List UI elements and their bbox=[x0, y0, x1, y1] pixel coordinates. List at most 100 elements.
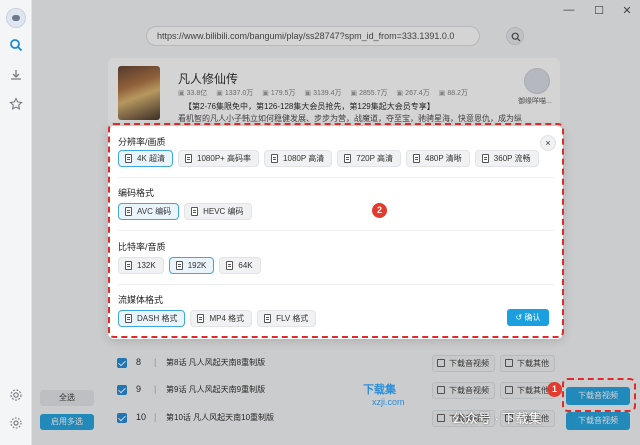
file-icon bbox=[413, 154, 421, 163]
episode-title: 第8话 凡人风起天南8重制版 bbox=[166, 358, 266, 367]
minimize-button[interactable]: — bbox=[562, 4, 576, 16]
option-stream-mp4[interactable]: MP4 格式 bbox=[190, 310, 253, 327]
download-icon bbox=[437, 359, 445, 367]
option-bitrate-192k[interactable]: 192K bbox=[168, 257, 215, 274]
option-resolution-1080p[interactable]: 1080P 高清 bbox=[264, 150, 333, 167]
file-icon bbox=[197, 314, 205, 323]
star-icon[interactable] bbox=[8, 97, 24, 113]
divider: | bbox=[154, 412, 157, 422]
episode-title: 第9话 凡人风起天南9重制版 bbox=[166, 385, 266, 394]
uploader-name[interactable]: 御缘咩喵... bbox=[518, 96, 552, 106]
option-bitrate-64k[interactable]: 64K bbox=[219, 257, 261, 274]
download-icon bbox=[437, 414, 445, 422]
watermark-site: 下载集 bbox=[363, 384, 396, 396]
confirm-button[interactable]: ↺ 确认 bbox=[507, 309, 549, 326]
bitrate-options: 132K 192K 64K bbox=[118, 257, 261, 274]
file-icon bbox=[226, 261, 234, 270]
video-stats: 33.8亿 1337.0万 179.5万 3139.4万 2855.7万 267… bbox=[178, 88, 468, 98]
file-icon bbox=[125, 207, 132, 216]
left-nav bbox=[0, 0, 32, 445]
gear-icon[interactable] bbox=[8, 416, 24, 432]
stat-favorites: 267.4万 bbox=[397, 88, 430, 98]
divider bbox=[118, 177, 554, 178]
option-stream-dash[interactable]: DASH 格式 bbox=[118, 310, 186, 327]
file-icon bbox=[344, 154, 352, 163]
annotation-badge-1: 1 bbox=[547, 382, 562, 397]
annotation-badge-2: 2 bbox=[372, 203, 387, 218]
file-icon bbox=[264, 314, 272, 323]
episode-checkbox[interactable] bbox=[117, 385, 127, 395]
section-title-resolution: 分辨率/画质 bbox=[118, 137, 166, 147]
option-resolution-1080p-plus[interactable]: 1080P+ 高码率 bbox=[178, 150, 260, 167]
close-window-button[interactable]: ✕ bbox=[620, 4, 634, 17]
episode-row[interactable]: 9 | 第9话 凡人风起天南9重制版 下载音视频 下载其他 bbox=[108, 381, 560, 401]
search-icon[interactable] bbox=[8, 38, 24, 54]
file-icon bbox=[125, 154, 132, 163]
codec-options: AVC 编码 HEVC 编码 bbox=[118, 203, 252, 220]
video-desc-line1: 【第2-76集限免中，第126-128集大会员抢先，第129集起大会员专享】 bbox=[184, 102, 435, 111]
file-icon bbox=[481, 154, 489, 163]
file-icon bbox=[125, 261, 132, 270]
option-stream-flv[interactable]: FLV 格式 bbox=[257, 310, 317, 327]
batch-download-video-button[interactable]: 下载音视频 bbox=[566, 387, 630, 405]
file-icon bbox=[125, 314, 132, 323]
stat-shares: 88.2万 bbox=[439, 88, 468, 98]
stat-danmaku: 1337.0万 bbox=[216, 88, 253, 98]
divider: | bbox=[154, 357, 157, 367]
download-video-button[interactable]: 下载音视频 bbox=[432, 355, 495, 372]
download-options-dialog: × 分辨率/画质 4K 超清 1080P+ 高码率 1080P 高清 720P … bbox=[108, 126, 563, 339]
file-icon bbox=[175, 261, 183, 270]
settings-icon[interactable] bbox=[8, 388, 24, 404]
resolution-options: 4K 超清 1080P+ 高码率 1080P 高清 720P 高清 480P 清… bbox=[118, 150, 539, 167]
url-input[interactable]: https://www.bilibili.com/bangumi/play/ss… bbox=[146, 26, 480, 46]
maximize-button[interactable]: ☐ bbox=[592, 4, 606, 17]
file-icon bbox=[191, 207, 199, 216]
video-info-card: 凡人修仙传 33.8亿 1337.0万 179.5万 3139.4万 2855.… bbox=[108, 58, 560, 128]
file-icon bbox=[185, 154, 193, 163]
download-video-button[interactable]: 下载音视频 bbox=[432, 382, 495, 399]
url-search-button[interactable] bbox=[506, 27, 524, 45]
search-icon bbox=[511, 32, 521, 42]
close-dialog-button[interactable]: × bbox=[540, 135, 556, 151]
section-title-stream: 流媒体格式 bbox=[118, 295, 164, 305]
download-other-button[interactable]: 下载其他 bbox=[500, 355, 555, 372]
option-codec-avc[interactable]: AVC 编码 bbox=[118, 203, 180, 220]
download-icon bbox=[437, 386, 445, 394]
multi-select-button[interactable]: 启用多选 bbox=[40, 414, 94, 430]
episode-number: 10 bbox=[136, 412, 147, 422]
video-desc-line2: 看机智的凡人小子韩立如何稳健发展、步步为营，战魔道，夺至宝，驰骋星海，快意恩仇，… bbox=[178, 114, 522, 123]
batch-download-other-button[interactable]: 下载音视频 bbox=[566, 412, 630, 430]
divider bbox=[118, 230, 554, 231]
download-icon bbox=[505, 386, 513, 394]
divider bbox=[118, 284, 554, 285]
app-logo bbox=[6, 8, 26, 28]
option-codec-hevc[interactable]: HEVC 编码 bbox=[184, 203, 252, 220]
option-resolution-4k[interactable]: 4K 超清 bbox=[118, 150, 174, 167]
episode-number: 9 bbox=[136, 384, 142, 394]
divider: | bbox=[154, 384, 157, 394]
video-title: 凡人修仙传 bbox=[178, 72, 239, 86]
stat-coins: 2855.7万 bbox=[351, 88, 387, 98]
episode-checkbox[interactable] bbox=[117, 413, 127, 423]
stat-replies: 179.5万 bbox=[262, 88, 296, 98]
select-all-button[interactable]: 全选 bbox=[40, 390, 94, 406]
section-title-bitrate: 比特率/音质 bbox=[118, 242, 166, 252]
stat-views: 33.8亿 bbox=[178, 88, 208, 98]
option-resolution-720p[interactable]: 720P 高清 bbox=[337, 150, 402, 167]
file-icon bbox=[271, 154, 279, 163]
option-resolution-480p[interactable]: 480P 清晰 bbox=[406, 150, 470, 167]
watermark-domain: xzji.com bbox=[372, 397, 405, 407]
video-poster bbox=[118, 66, 160, 120]
stat-likes: 3139.4万 bbox=[304, 88, 341, 98]
download-icon bbox=[505, 359, 513, 367]
watermark-wechat: 公众号 · 下载集 bbox=[452, 411, 542, 426]
episode-title: 第10话 凡人风起天南10重制版 bbox=[166, 413, 275, 422]
app-window: — ☐ ✕ https://www.bilibili.com/bangumi/p… bbox=[0, 0, 640, 445]
option-bitrate-132k[interactable]: 132K bbox=[118, 257, 164, 274]
episode-number: 8 bbox=[136, 357, 142, 367]
episode-row[interactable]: 8 | 第8话 凡人风起天南8重制版 下载音视频 下载其他 bbox=[108, 354, 560, 374]
episode-checkbox[interactable] bbox=[117, 358, 127, 368]
download-icon[interactable] bbox=[8, 68, 24, 84]
option-resolution-360p[interactable]: 360P 流畅 bbox=[474, 150, 539, 167]
uploader-avatar[interactable] bbox=[524, 68, 550, 94]
